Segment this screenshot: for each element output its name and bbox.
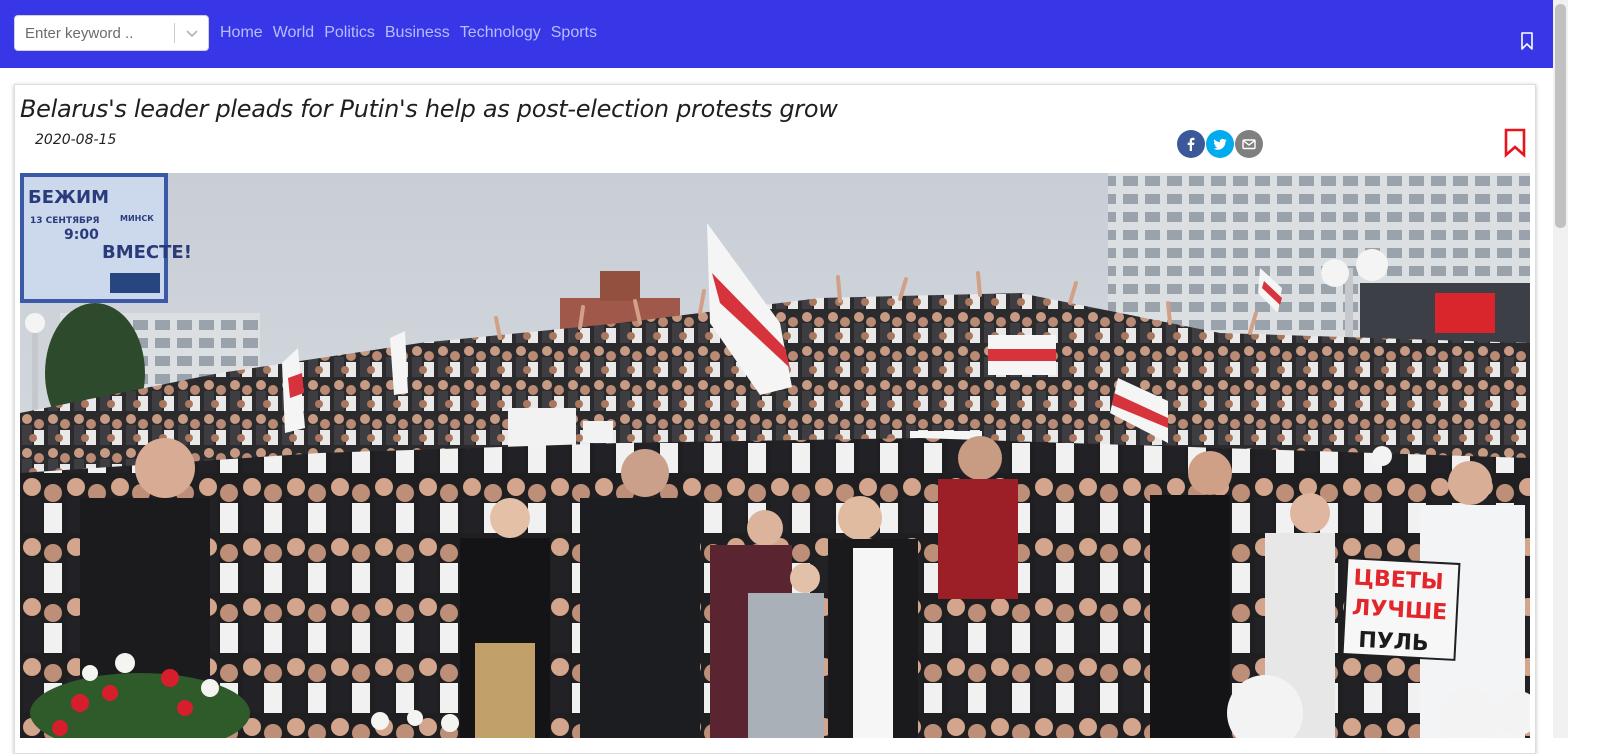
- billboard-text: МИНСК: [120, 214, 154, 223]
- protest-sign: ЦВЕТЫ ЛУЧШЕ ПУЛЬ: [1341, 557, 1461, 661]
- sign-text: ПУЛЬ: [1358, 628, 1430, 657]
- scrollbar-thumb[interactable]: [1555, 4, 1566, 228]
- bookmark-icon[interactable]: [1503, 128, 1527, 158]
- billboard-text: БЕЖИМ: [28, 187, 109, 208]
- search-divider: [174, 23, 175, 43]
- chevron-down-icon[interactable]: [183, 25, 201, 41]
- sign-text: ЦВЕТЫ: [1353, 565, 1444, 595]
- facebook-icon: [1187, 137, 1195, 151]
- nav-link-politics[interactable]: Politics: [324, 23, 375, 43]
- nav-link-home[interactable]: Home: [220, 23, 263, 43]
- bookmark-outline-icon[interactable]: [1519, 31, 1535, 51]
- article-title: Belarus's leader pleads for Putin's help…: [20, 95, 838, 123]
- nav-link-business[interactable]: Business: [385, 23, 450, 43]
- nav-link-technology[interactable]: Technology: [460, 23, 541, 43]
- main-nav: Home World Politics Business Technology …: [220, 23, 607, 43]
- article-hero-image: БЕЖИМ ВМЕСТЕ! 13 СЕНТЯБРЯ МИНСК 9:00 ЦВЕ…: [20, 173, 1530, 738]
- sign-text: ЛУЧШЕ: [1351, 595, 1447, 625]
- email-icon: [1242, 139, 1256, 150]
- nav-link-world[interactable]: World: [273, 23, 315, 43]
- billboard-text: 13 СЕНТЯБРЯ: [30, 216, 99, 226]
- facebook-share-button[interactable]: [1177, 130, 1205, 158]
- top-navbar: Home World Politics Business Technology …: [0, 0, 1553, 68]
- email-share-button[interactable]: [1235, 130, 1263, 158]
- article-date: 2020-08-15: [35, 132, 117, 148]
- billboard-text: ВМЕСТЕ!: [102, 242, 192, 263]
- twitter-share-button[interactable]: [1206, 130, 1234, 158]
- share-buttons: [1177, 130, 1264, 158]
- nav-link-sports[interactable]: Sports: [551, 23, 597, 43]
- twitter-icon: [1213, 138, 1227, 150]
- protest-crowd-photo: БЕЖИМ ВМЕСТЕ! 13 СЕНТЯБРЯ МИНСК 9:00 ЦВЕ…: [20, 173, 1530, 738]
- search-select[interactable]: [14, 15, 209, 51]
- billboard-text: 9:00: [64, 227, 99, 243]
- window-edge: [1568, 0, 1598, 738]
- search-input[interactable]: [15, 16, 173, 50]
